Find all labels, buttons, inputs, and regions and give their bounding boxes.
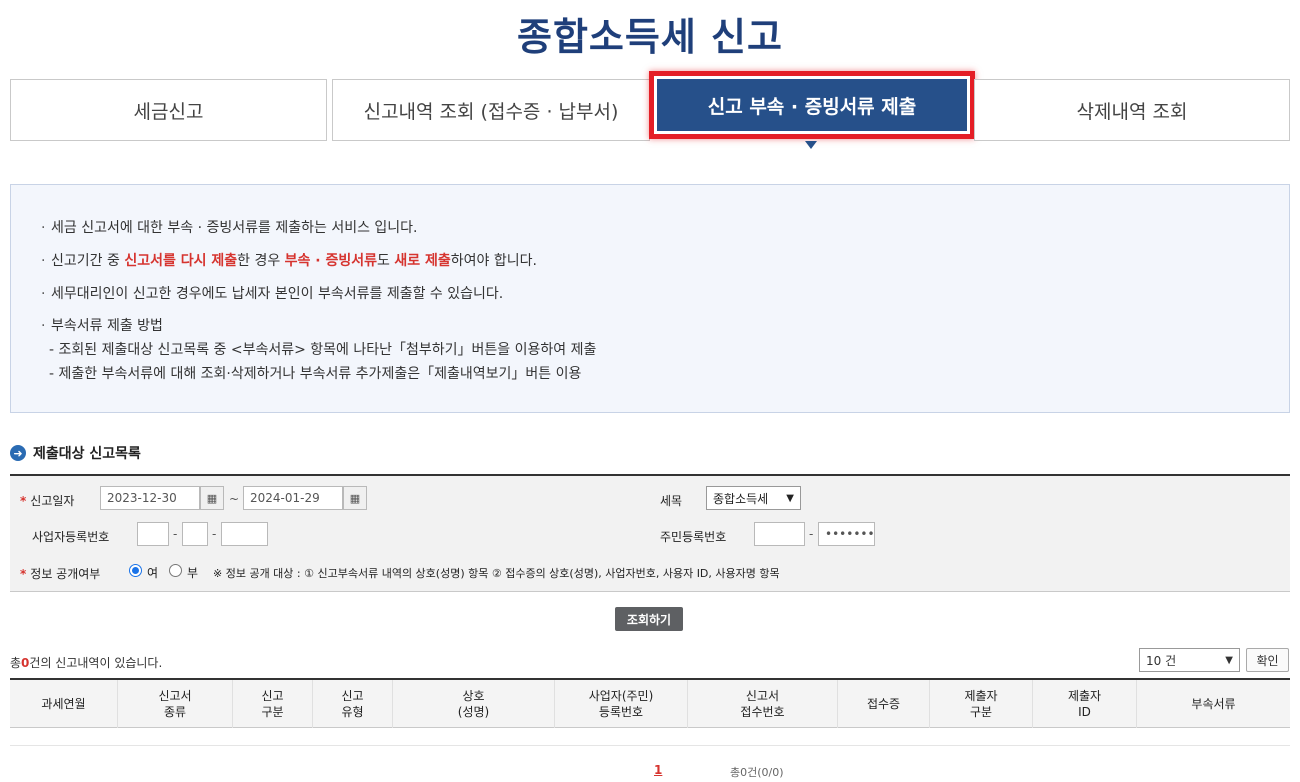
public-label: * 정보 공개여부 (20, 567, 101, 581)
result-count: 총0건의 신고내역이 있습니다. (10, 656, 163, 670)
calendar-from-icon[interactable]: ▦ (200, 486, 224, 510)
active-tab-pointer-icon (805, 141, 817, 149)
info-line-4: · 부속서류 제출 방법 (41, 318, 163, 334)
resident-no-front[interactable] (754, 522, 805, 546)
search-panel: * 신고일자 2023-12-30 ▦ ~ 2024-01-29 ▦ 세목 종합소… (10, 474, 1290, 592)
bullet-icon: · (41, 286, 46, 302)
biz-no-part3[interactable] (221, 522, 268, 546)
resident-no-back[interactable]: ••••••• (818, 522, 875, 546)
biz-no-part2[interactable] (182, 522, 208, 546)
confirm-button[interactable]: 확인 (1246, 648, 1289, 672)
info-line-3: · 세무대리인이 신고한 경우에도 납세자 본인이 부속서류를 제출할 수 있습니… (41, 286, 504, 302)
th-report-type: 신고서 종류 (118, 680, 233, 728)
tab-tax-report[interactable]: 세금신고 (10, 79, 327, 141)
public-note: ※ 정보 공개 대상 : ① 신고부속서류 내역의 상호(성명) 항목 ② 접수… (213, 567, 780, 580)
date-tilde: ~ (229, 492, 240, 506)
info-box: · 세금 신고서에 대한 부속 · 증빙서류를 제출하는 서비스 입니다. · 신고… (10, 184, 1290, 413)
radio-no-label: 부 (187, 566, 199, 580)
date-from-input[interactable]: 2023-12-30 (100, 486, 200, 510)
tab-attachment-submit[interactable]: 신고 부속 · 증빙서류 제출 (649, 71, 975, 139)
info-sub-1: - 조회된 제출대상 신고목록 중 <부속서류> 항목에 나타난「첨부하기」버튼… (49, 342, 597, 358)
date-to-input[interactable]: 2024-01-29 (243, 486, 343, 510)
chevron-down-icon: ▼ (1225, 654, 1233, 666)
th-submitter-division: 제출자 구분 (930, 680, 1033, 728)
th-receipt-no: 신고서 접수번호 (688, 680, 838, 728)
resident-no-label: 주민등록번호 (660, 530, 727, 544)
pagination-page-1[interactable]: 1 (654, 763, 662, 777)
chevron-down-icon: ▼ (786, 492, 794, 504)
info-line-1: · 세금 신고서에 대한 부속 · 증빙서류를 제출하는 서비스 입니다. (41, 220, 418, 236)
th-period: 과세연월 (10, 680, 118, 728)
biz-no-label: 사업자등록번호 (32, 530, 110, 544)
th-attachments: 부속서류 (1191, 697, 1236, 711)
bullet-icon: · (41, 253, 46, 269)
info-line-2: · 신고기간 중 신고서를 다시 제출한 경우 부속 · 증빙서류도 새로 제출하… (41, 253, 537, 269)
page-size-select[interactable]: 10 건 ▼ (1139, 648, 1240, 672)
tab-deleted-history[interactable]: 삭제내역 조회 (974, 79, 1290, 141)
bullet-icon: · (41, 318, 46, 334)
tax-item-label: 세목 (660, 494, 683, 508)
th-receipt: 접수증 (838, 680, 930, 728)
report-date-label: * 신고일자 (20, 494, 75, 508)
th-report-division: 신고 구분 (233, 680, 313, 728)
tab-bar: 세금신고 신고내역 조회 (접수증 · 납부서) 신고 부속 · 증빙서류 제출… (10, 71, 1290, 141)
arrow-circle-icon: ➜ (10, 445, 26, 461)
radio-yes-label: 여 (147, 566, 159, 580)
radio-no[interactable] (169, 564, 182, 577)
pagination-total: 총0건(0/0) (730, 766, 784, 779)
tax-item-select[interactable]: 종합소득세 ▼ (706, 486, 801, 510)
result-table: 과세연월 신고서 종류 신고 구분 신고 유형 상호 (성명) 사업자(주민) … (10, 678, 1290, 728)
th-company-name: 상호 (성명) (393, 680, 555, 728)
th-reg-no: 사업자(주민) 등록번호 (555, 680, 688, 728)
th-report-kind: 신고 유형 (313, 680, 393, 728)
section-title: ➜ 제출대상 신고목록 (10, 443, 141, 463)
tab-attachment-submit-label: 신고 부속 · 증빙서류 제출 (657, 79, 967, 131)
radio-yes[interactable] (129, 564, 142, 577)
tab-report-history[interactable]: 신고내역 조회 (접수증 · 납부서) (332, 79, 650, 141)
info-sub-2: - 제출한 부속서류에 대해 조회·삭제하거나 부속서류 추가제출은「제출내역보… (49, 366, 582, 382)
th-submitter-id: 제출자 ID (1033, 680, 1137, 728)
bullet-icon: · (41, 220, 46, 236)
search-button[interactable]: 조회하기 (615, 607, 683, 631)
divider (10, 745, 1290, 746)
biz-no-part1[interactable] (137, 522, 169, 546)
page-title: 종합소득세 신고 (517, 15, 783, 59)
calendar-to-icon[interactable]: ▦ (343, 486, 367, 510)
